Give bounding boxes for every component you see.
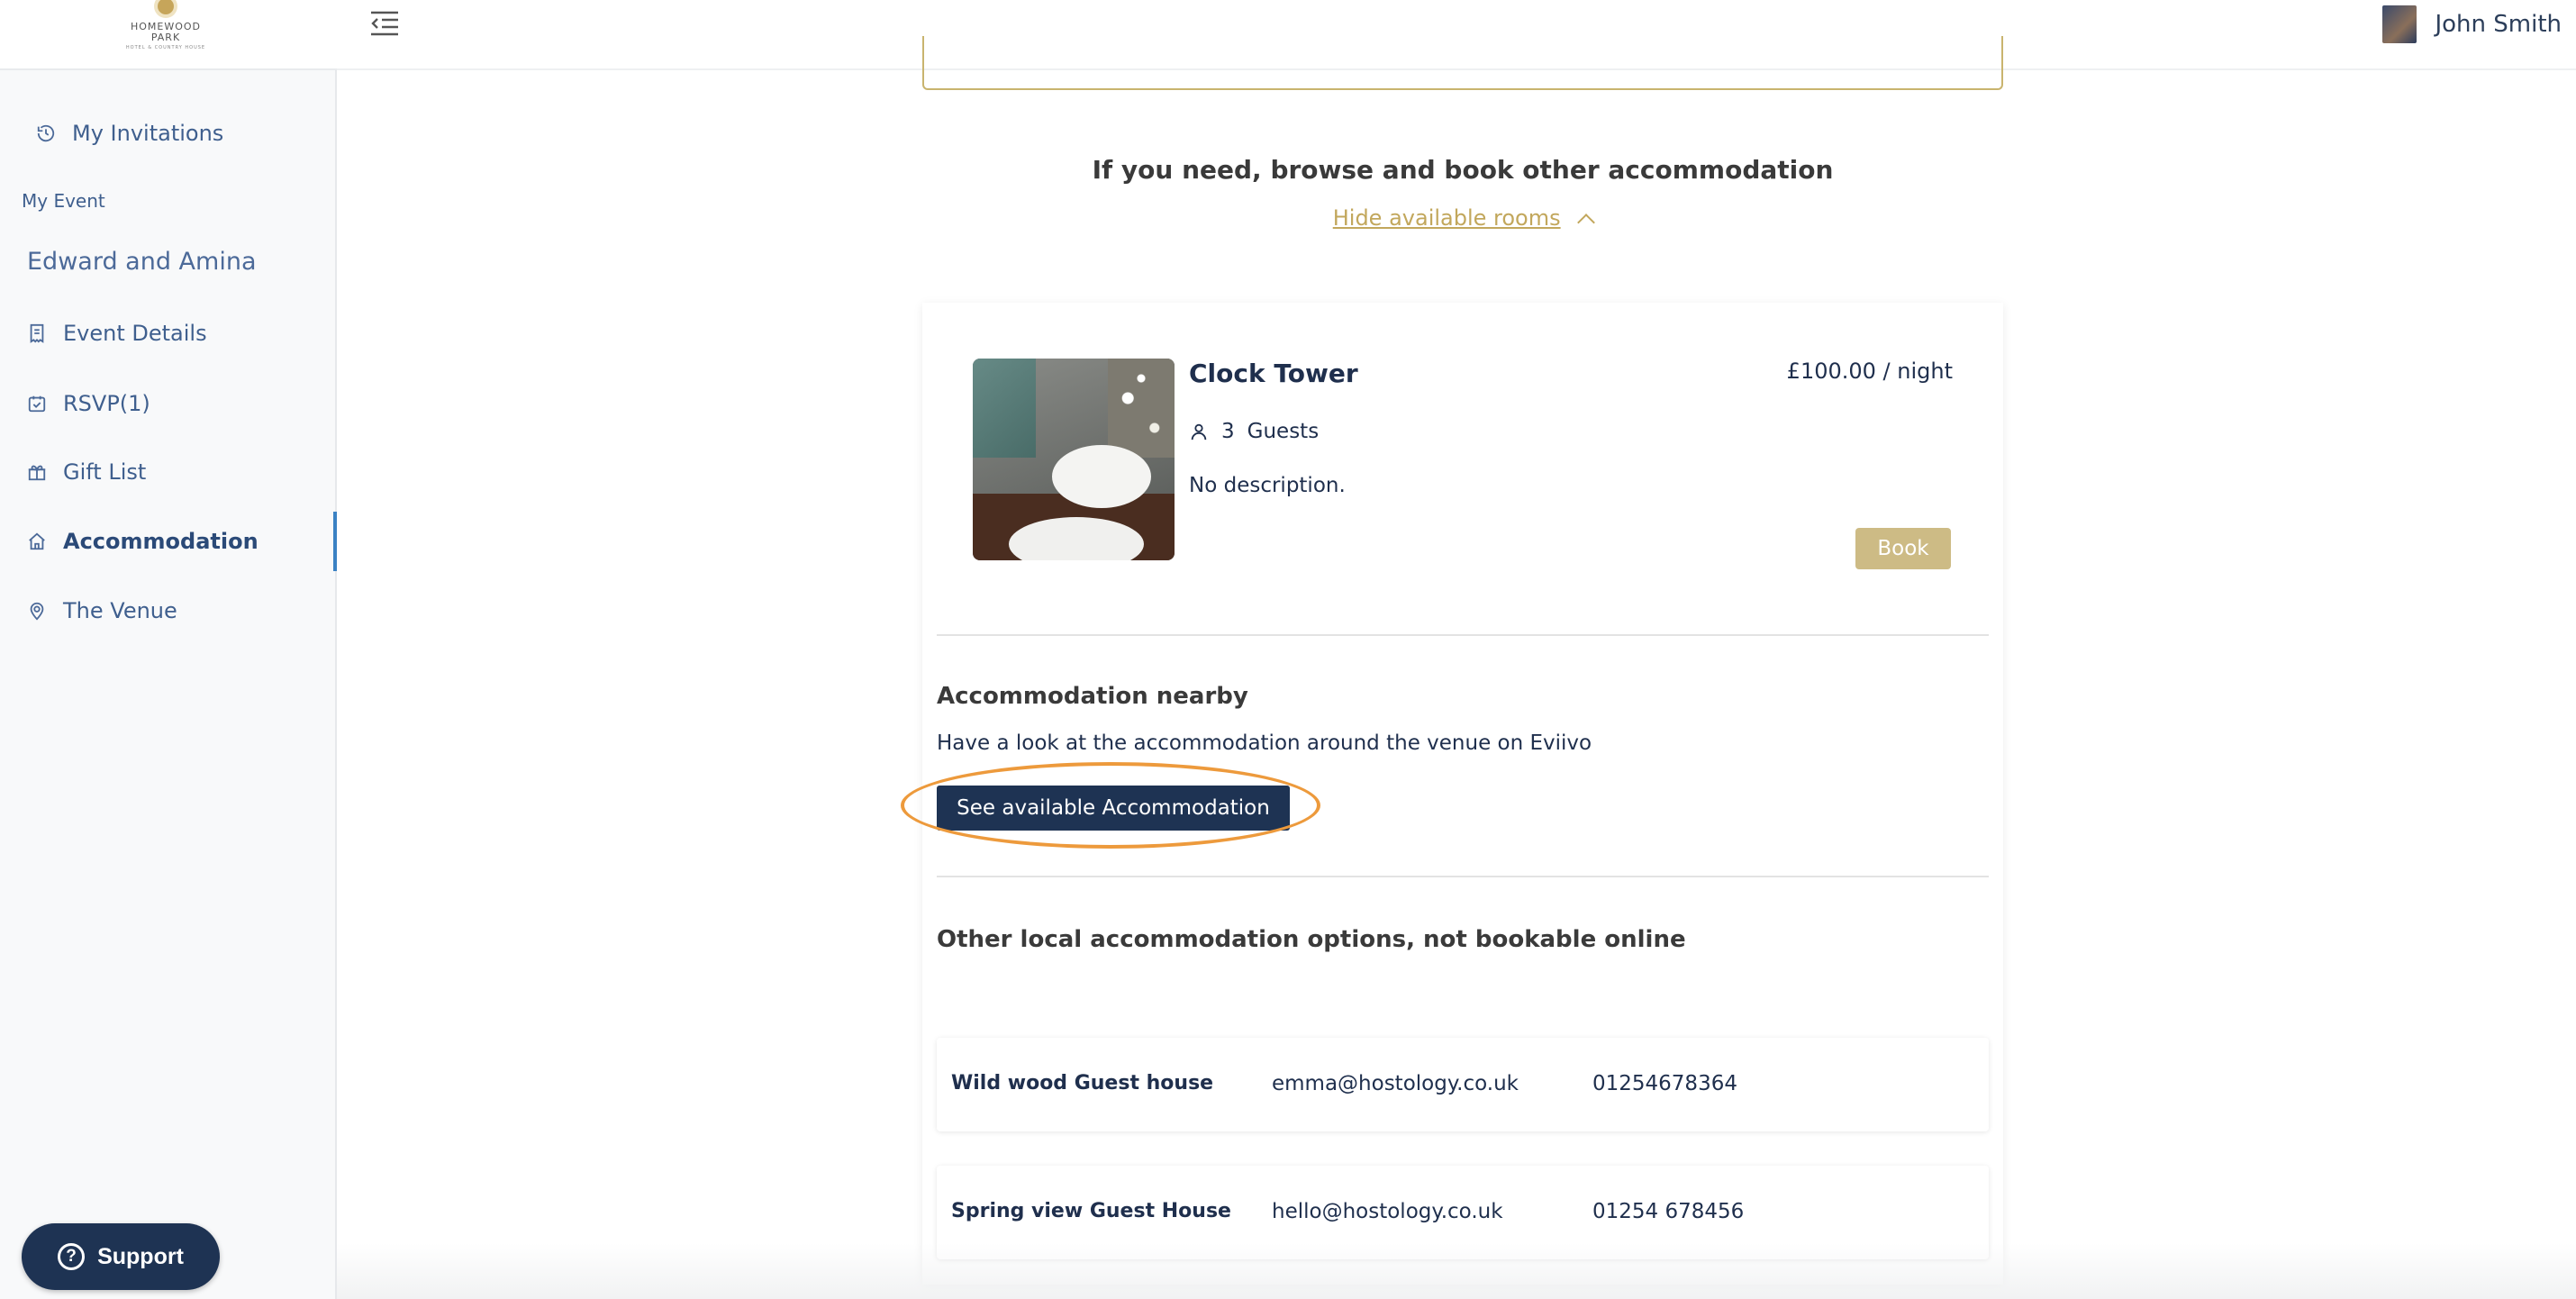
location-pin-icon	[27, 601, 47, 621]
history-icon	[36, 123, 56, 143]
option-email[interactable]: emma@hostology.co.uk	[1272, 1072, 1519, 1095]
sidebar-item-label: Accommodation	[63, 529, 259, 554]
nav-my-invitations-label: My Invitations	[72, 121, 224, 146]
support-label: Support	[97, 1243, 184, 1269]
sidebar-item-label: Event Details	[63, 321, 207, 346]
logo-name: HOMEWOOD PARK	[130, 21, 202, 43]
hide-rooms-link[interactable]: Hide available rooms	[922, 205, 2003, 232]
previous-section-box	[922, 36, 2003, 90]
user-name: John Smith	[2435, 11, 2562, 38]
bottom-fade	[337, 1243, 2576, 1299]
option-name: Spring view Guest House	[951, 1200, 1231, 1222]
sidebar-item-label: RSVP(1)	[63, 391, 150, 416]
option-email[interactable]: hello@hostology.co.uk	[1272, 1200, 1503, 1223]
calendar-check-icon	[27, 394, 47, 413]
chevron-up-icon	[1577, 213, 1596, 232]
option-name: Wild wood Guest house	[951, 1072, 1214, 1095]
sidebar-item-label: Gift List	[63, 459, 147, 485]
active-indicator	[333, 512, 337, 571]
support-button[interactable]: ? Support	[22, 1223, 220, 1290]
event-name[interactable]: Edward and Amina	[27, 248, 256, 276]
room-description: No description.	[1189, 474, 1346, 497]
sidebar-item-label: The Venue	[63, 598, 177, 623]
logo-area: HOMEWOOD PARK HOTEL & COUNTRY HOUSE	[0, 0, 337, 70]
sidebar-item-event-details[interactable]: Event Details	[27, 321, 207, 346]
hide-rooms-label: Hide available rooms	[1332, 205, 1561, 231]
browse-title: If you need, browse and book other accom…	[1092, 155, 1834, 185]
room-price: £100.00 / night	[1786, 359, 1953, 384]
list-item: Wild wood Guest house emma@hostology.co.…	[937, 1038, 1989, 1131]
other-options-title: Other local accommodation options, not b…	[937, 926, 1686, 953]
option-phone[interactable]: 01254678364	[1592, 1072, 1737, 1095]
sun-emblem-icon	[158, 0, 174, 14]
gift-icon	[27, 462, 47, 482]
avatar	[2382, 5, 2417, 43]
divider	[937, 876, 1989, 877]
room-guests: 3 Guests	[1189, 420, 1319, 443]
nav-my-invitations[interactable]: My Invitations	[36, 121, 223, 146]
option-phone[interactable]: 01254 678456	[1592, 1200, 1744, 1223]
sidebar-item-rsvp[interactable]: RSVP(1)	[27, 391, 150, 416]
collapse-menu-icon[interactable]	[369, 9, 400, 38]
sidebar-item-gift-list[interactable]: Gift List	[27, 459, 146, 485]
user-menu[interactable]: John Smith	[2382, 5, 2562, 43]
receipt-icon	[27, 323, 47, 343]
venue-logo[interactable]: HOMEWOOD PARK HOTEL & COUNTRY HOUSE	[124, 0, 207, 54]
person-icon	[1191, 423, 1207, 441]
guests-label: Guests	[1247, 420, 1320, 443]
sidebar: HOMEWOOD PARK HOTEL & COUNTRY HOUSE My I…	[0, 0, 337, 1299]
nearby-text: Have a look at the accommodation around …	[937, 731, 1592, 755]
my-event-section-label: My Event	[22, 190, 105, 212]
book-button[interactable]: Book	[1855, 528, 1951, 569]
room-title: Clock Tower	[1189, 359, 1358, 388]
logo-subtitle: HOTEL & COUNTRY HOUSE	[125, 45, 206, 50]
nearby-title: Accommodation nearby	[937, 683, 1248, 710]
divider	[937, 634, 1989, 636]
accommodation-card: Clock Tower 3 Guests No description. £10…	[901, 303, 2003, 1285]
guests-count: 3	[1221, 420, 1235, 443]
sidebar-item-accommodation[interactable]: Accommodation	[27, 529, 259, 554]
home-icon	[27, 531, 47, 551]
sidebar-item-the-venue[interactable]: The Venue	[27, 598, 177, 623]
see-available-accommodation-button[interactable]: See available Accommodation	[937, 786, 1290, 831]
room-photo[interactable]	[973, 359, 1175, 560]
help-circle-icon: ?	[58, 1243, 86, 1270]
